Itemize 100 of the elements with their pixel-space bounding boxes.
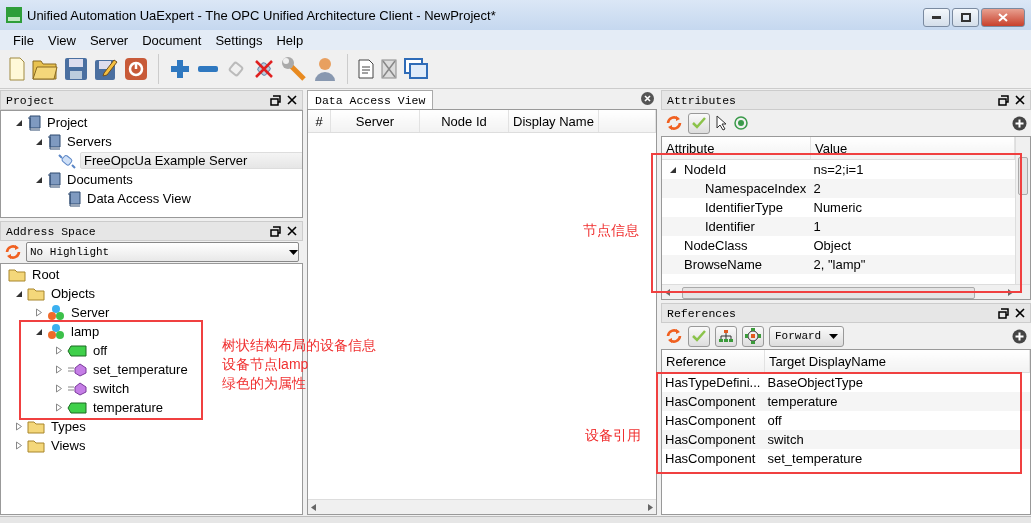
menu-item[interactable]: File (6, 32, 41, 48)
column-header[interactable]: Attribute (662, 137, 811, 160)
tree-item[interactable]: Types (49, 419, 88, 434)
column-header[interactable]: Display Name (508, 110, 599, 133)
power-icon[interactable] (124, 57, 148, 81)
filter-check-button[interactable] (688, 112, 710, 134)
book-icon (27, 114, 41, 131)
add-icon[interactable] (1012, 328, 1027, 344)
folder-icon (8, 267, 26, 282)
save-icon[interactable] (64, 57, 88, 81)
network-button[interactable] (742, 325, 764, 347)
menu-item[interactable]: View (40, 32, 83, 48)
float-icon[interactable] (998, 307, 1009, 319)
scroll-left-icon[interactable] (311, 503, 316, 511)
minus-icon[interactable] (197, 64, 219, 74)
menu-item[interactable]: Help (269, 32, 311, 48)
edit-icon[interactable] (94, 57, 118, 81)
menu-item[interactable]: Document (135, 32, 209, 48)
collapsed-arrow-icon[interactable] (34, 308, 43, 317)
document-icon[interactable] (358, 59, 374, 79)
column-header[interactable]: # (308, 110, 331, 133)
tree-item[interactable]: Servers (65, 134, 114, 149)
horizontal-scrollbar[interactable] (308, 499, 656, 514)
refresh-icon[interactable] (665, 328, 683, 344)
close-icon[interactable] (1015, 95, 1025, 105)
attribute-value: 1 (810, 217, 1015, 236)
expanded-arrow-icon[interactable] (669, 165, 677, 174)
spheres-icon (47, 304, 65, 321)
minimize-icon (932, 15, 941, 20)
expanded-arrow-icon[interactable] (34, 327, 43, 336)
wrench-icon[interactable] (281, 56, 307, 82)
book-icon (47, 171, 61, 188)
column-header[interactable]: Value (810, 137, 1015, 160)
close-icon[interactable] (287, 226, 297, 236)
collapsed-arrow-icon[interactable] (14, 422, 23, 431)
refresh-icon[interactable] (4, 244, 22, 260)
filter-check-button[interactable] (688, 325, 710, 347)
user-icon[interactable] (313, 56, 337, 82)
hierarchy-button[interactable] (715, 325, 737, 347)
tree-item[interactable]: switch (91, 381, 132, 396)
tree-item[interactable]: temperature (91, 400, 166, 415)
scroll-right-icon[interactable] (1008, 288, 1013, 296)
tree-item[interactable]: Documents (65, 172, 135, 187)
collapsed-arrow-icon[interactable] (14, 441, 23, 450)
maximize-button[interactable] (952, 8, 979, 27)
column-header[interactable]: Reference (662, 350, 765, 373)
folder-icon[interactable] (32, 57, 58, 81)
target-name: switch (764, 430, 1030, 449)
target-icon[interactable] (734, 116, 748, 130)
tree-item[interactable]: lamp (69, 324, 102, 339)
tree-item[interactable]: Server (69, 305, 112, 320)
collapsed-arrow-icon[interactable] (54, 346, 63, 355)
scroll-right-icon[interactable] (648, 503, 653, 511)
plug-icon (58, 151, 76, 170)
collapsed-arrow-icon[interactable] (54, 384, 63, 393)
highlight-dropdown[interactable]: No Highlight (26, 242, 299, 262)
windows-icon[interactable] (404, 58, 428, 80)
method-icon (67, 381, 87, 396)
add-icon[interactable] (1012, 115, 1027, 131)
float-icon[interactable] (998, 94, 1009, 106)
tree-item[interactable]: Project (45, 115, 90, 130)
minimize-button[interactable] (923, 8, 950, 27)
cursor-icon[interactable] (715, 115, 729, 131)
float-icon[interactable] (270, 94, 281, 106)
document-tab[interactable]: Data Access View (307, 90, 434, 109)
close-icon[interactable] (641, 92, 654, 105)
tree-item[interactable]: off (91, 343, 110, 358)
expanded-arrow-icon[interactable] (14, 118, 23, 127)
close-button[interactable] (981, 8, 1025, 27)
plus-icon[interactable] (169, 58, 191, 80)
attribute-name: NodeId (684, 162, 726, 177)
close-icon (998, 13, 1008, 22)
dropdown-arrow-icon (829, 333, 839, 339)
expanded-arrow-icon[interactable] (34, 175, 43, 184)
tree-item[interactable]: Data Access View (85, 191, 193, 206)
tree-item[interactable]: set_temperature (91, 362, 190, 377)
scroll-left-icon[interactable] (665, 288, 670, 296)
tree-item[interactable]: FreeOpcUa Example Server (80, 152, 302, 169)
close-icon[interactable] (287, 95, 297, 105)
refresh-icon[interactable] (665, 115, 683, 131)
direction-dropdown[interactable]: Forward (769, 325, 845, 347)
tree-item[interactable]: Views (49, 438, 88, 453)
collapsed-arrow-icon[interactable] (54, 365, 63, 374)
target-name: set_temperature (764, 449, 1030, 468)
column-header[interactable]: Server (330, 110, 420, 133)
collapsed-arrow-icon[interactable] (54, 403, 63, 412)
column-header[interactable]: Node Id (419, 110, 509, 133)
float-icon[interactable] (270, 225, 281, 237)
menu-item[interactable]: Server (82, 32, 136, 48)
tree-item[interactable]: Objects (49, 286, 98, 301)
expanded-arrow-icon[interactable] (34, 137, 43, 146)
expanded-arrow-icon[interactable] (14, 289, 23, 298)
remove-document-icon[interactable] (380, 59, 398, 79)
close-icon[interactable] (1015, 308, 1025, 318)
menu-item[interactable]: Settings (208, 32, 270, 48)
folder-icon (27, 419, 45, 434)
column-header[interactable]: Target DisplayName (764, 350, 1030, 373)
target-name: off (764, 411, 1030, 430)
annotation-text: 节点信息 (583, 221, 639, 240)
tree-item[interactable]: Root (30, 267, 62, 282)
